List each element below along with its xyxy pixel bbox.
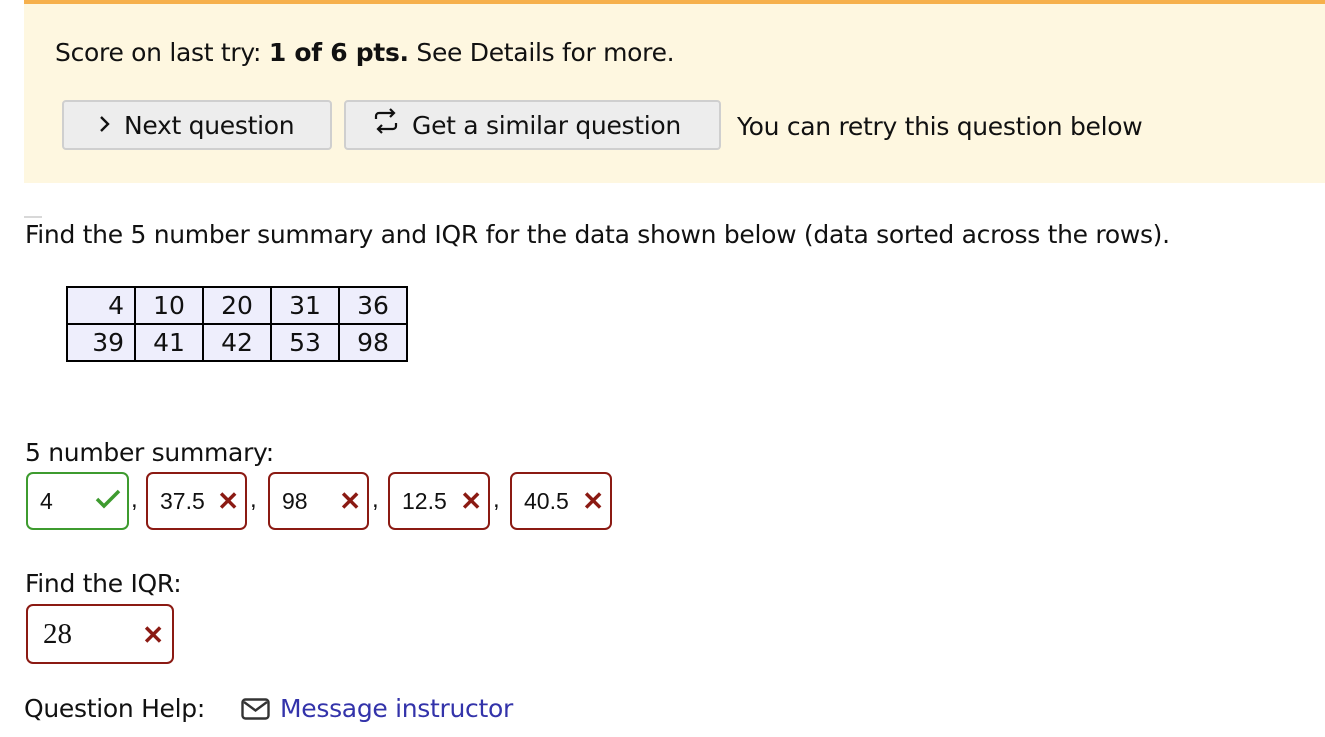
summary-label: 5 number summary: <box>25 438 274 467</box>
retry-note: You can retry this question below <box>737 112 1143 141</box>
summary-max-input[interactable]: 40.5 ✕ <box>510 472 612 530</box>
iqr-input[interactable]: 28 ✕ <box>26 604 174 664</box>
table-cell: 36 <box>338 286 408 325</box>
table-row: 39 41 42 53 98 <box>66 323 408 362</box>
question-help-label: Question Help: <box>24 694 205 723</box>
answer-value: 28 <box>43 617 72 650</box>
chevron-right-icon <box>98 111 112 140</box>
answer-value: 12.5 <box>402 487 447 514</box>
next-question-label: Next question <box>124 110 295 140</box>
score-value: 1 of 6 pts. <box>268 38 409 67</box>
x-icon: ✕ <box>217 486 239 516</box>
score-banner: Score on last try: 1 of 6 pts. See Detai… <box>24 0 1325 183</box>
table-cell: 20 <box>202 286 272 325</box>
iqr-label: Find the IQR: <box>25 569 182 598</box>
score-suffix: See Details for more. <box>416 38 675 67</box>
divider <box>24 216 42 218</box>
similar-question-label: Get a similar question <box>412 110 681 140</box>
separator: , <box>250 486 257 513</box>
x-icon: ✕ <box>582 486 604 516</box>
x-icon: ✕ <box>142 620 164 651</box>
table-row: 4 10 20 31 36 <box>66 286 408 325</box>
message-instructor-label: Message instructor <box>280 694 513 723</box>
summary-median-input[interactable]: 98 ✕ <box>268 472 369 530</box>
envelope-icon <box>241 697 270 720</box>
separator: , <box>131 486 138 513</box>
answer-value: 40.5 <box>524 487 569 514</box>
data-table: 4 10 20 31 36 39 41 42 53 98 <box>66 286 408 362</box>
x-icon: ✕ <box>460 486 482 516</box>
separator: , <box>372 486 379 513</box>
table-cell: 53 <box>270 323 340 362</box>
score-line: Score on last try: 1 of 6 pts. See Detai… <box>55 38 675 67</box>
table-cell: 4 <box>66 286 136 325</box>
table-cell: 10 <box>134 286 204 325</box>
table-cell: 39 <box>66 323 136 362</box>
answer-value: 37.5 <box>160 487 205 514</box>
separator: , <box>493 486 500 513</box>
summary-min-input[interactable]: 4 <box>26 472 129 530</box>
score-prefix: Score on last try: <box>55 38 262 67</box>
answer-value: 98 <box>282 487 308 514</box>
table-cell: 31 <box>270 286 340 325</box>
table-cell: 98 <box>338 323 408 362</box>
question-prompt: Find the 5 number summary and IQR for th… <box>25 220 1170 249</box>
answer-value: 4 <box>40 487 53 514</box>
next-question-button[interactable]: Next question <box>62 100 332 150</box>
message-instructor-link[interactable]: Message instructor <box>241 694 513 723</box>
table-cell: 41 <box>134 323 204 362</box>
summary-q1-input[interactable]: 37.5 ✕ <box>146 472 247 530</box>
similar-question-button[interactable]: Get a similar question <box>344 100 721 150</box>
table-cell: 42 <box>202 323 272 362</box>
summary-q3-input[interactable]: 12.5 ✕ <box>388 472 490 530</box>
check-icon <box>95 488 121 514</box>
refresh-arrows-icon <box>372 107 400 143</box>
x-icon: ✕ <box>339 486 361 516</box>
